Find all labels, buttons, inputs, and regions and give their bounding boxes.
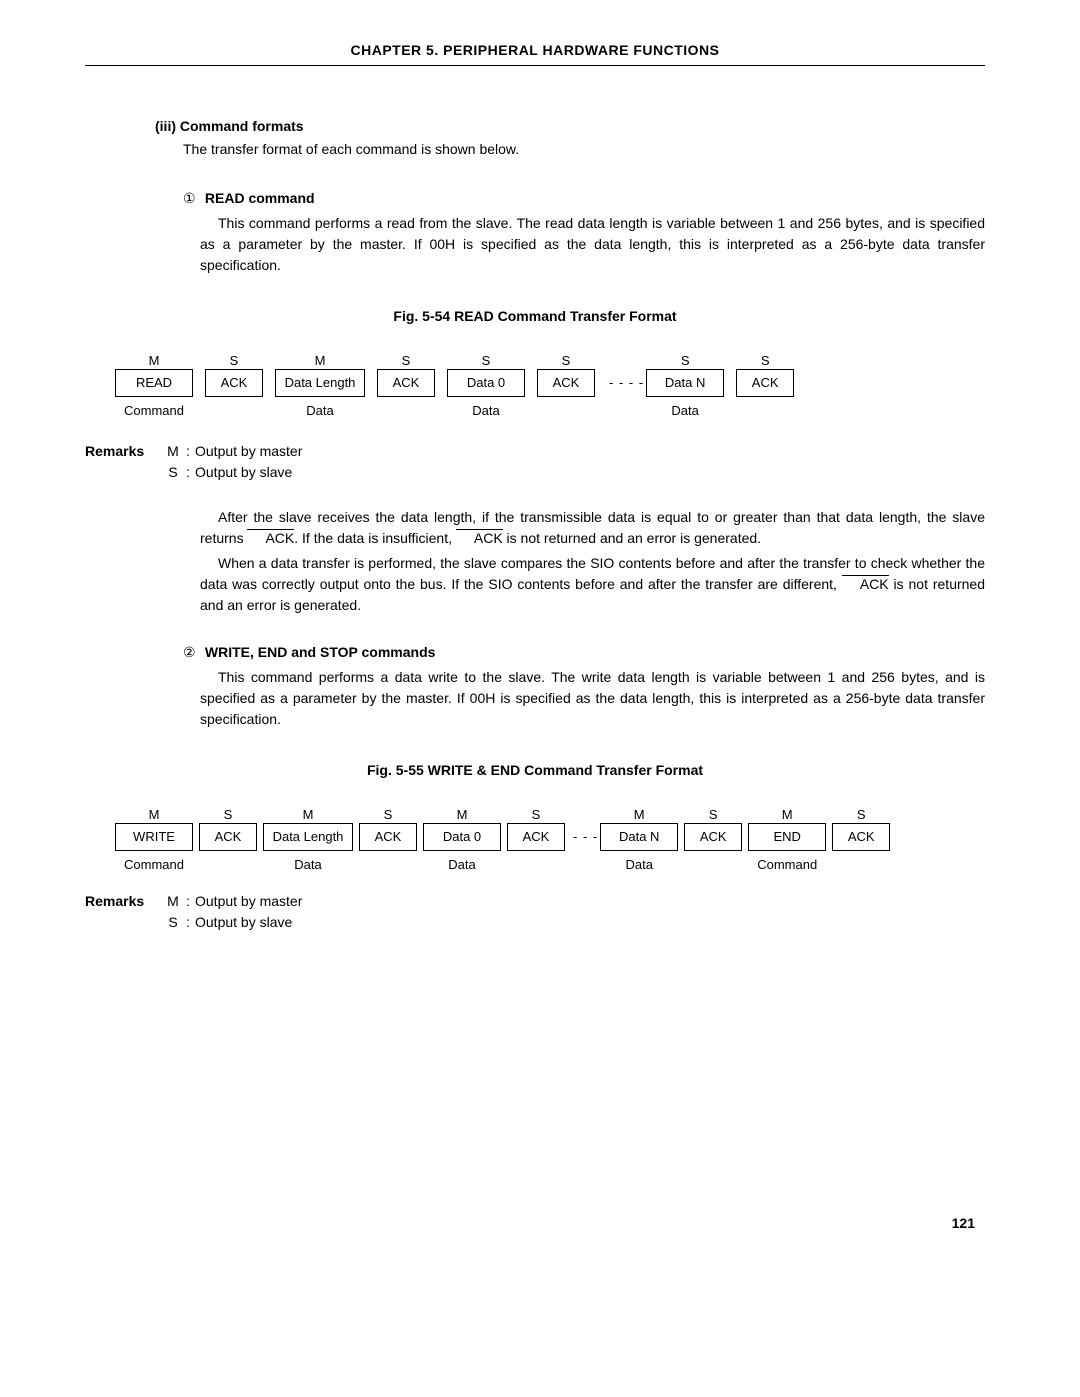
diagram-top-label: S [709,805,718,823]
diagram-box: Data Length [263,823,353,851]
read-heading: ① READ command [183,188,985,209]
ellipsis: - - - - [607,369,646,397]
diagram-bottom-label: Data [671,397,698,419]
write-para: This command performs a data write to th… [200,667,985,730]
diagram-bottom-label: Command [124,397,184,419]
read-title: READ command [205,190,315,206]
diagram-box: ACK [684,823,742,851]
diagram-box: Data Length [275,369,365,397]
diagram-col: SACK [377,351,435,419]
diagram-col: SData NData [646,351,724,419]
diagram-bottom-label: Data [448,851,475,873]
diagram-box: Data 0 [447,369,525,397]
diagram-bottom-label: Data [472,397,499,419]
diagram-top-label: M [149,351,160,369]
diagram-top-label: M [315,351,326,369]
remarks-label: Remarks [85,891,165,912]
diagram-box: Data N [600,823,678,851]
diagram-box: ACK [359,823,417,851]
ack-overline: ACK [456,528,503,549]
chapter-header: CHAPTER 5. PERIPHERAL HARDWARE FUNCTIONS [85,40,985,66]
diagram-box: ACK [537,369,595,397]
after-read-p2: When a data transfer is performed, the s… [200,553,985,616]
diagram-top-label: M [149,805,160,823]
remarks-m-colon: : [181,441,195,462]
diagram-col: MData 0Data [423,805,501,873]
diagram-col: SACK [507,805,565,873]
section-label: (iii) Command formats [155,116,985,137]
diagram-col: SACK [832,805,890,873]
diagram-top-label: S [532,805,541,823]
fig54-caption: Fig. 5-54 READ Command Transfer Format [85,306,985,327]
diagram-col: MData LengthData [263,805,353,873]
diagram-box: ACK [832,823,890,851]
fig54-diagram: MREADCommandSACKMData LengthDataSACKSDat… [115,351,985,419]
diagram-box: WRITE [115,823,193,851]
diagram-top-label: M [457,805,468,823]
diagram-col: MWRITECommand [115,805,193,873]
diagram-col: MData NData [600,805,678,873]
ack-overline: ACK [842,574,889,595]
diagram-box: ACK [736,369,794,397]
after-read-p1: After the slave receives the data length… [200,507,985,549]
diagram-col: MREADCommand [115,351,193,419]
diagram-box: ACK [205,369,263,397]
remarks-2: Remarks M : Output by master S : Output … [85,891,985,933]
ack-overline: ACK [247,528,294,549]
diagram-bottom-label: Data [294,851,321,873]
diagram-top-label: S [384,805,393,823]
remarks-m-text: Output by master [195,441,302,462]
diagram-top-label: S [761,351,770,369]
diagram-bottom-label: Data [625,851,652,873]
diagram-top-label: S [681,351,690,369]
diagram-box: ACK [199,823,257,851]
diagram-box: END [748,823,826,851]
diagram-bottom-label: Command [757,851,817,873]
diagram-box: ACK [507,823,565,851]
diagram-box: Data 0 [423,823,501,851]
fig55-diagram: MWRITECommandSACKMData LengthDataSACKMDa… [115,805,985,873]
diagram-top-label: S [230,351,239,369]
diagram-col: SACK [736,351,794,419]
read-para: This command performs a read from the sl… [200,213,985,276]
diagram-bottom-label: Command [124,851,184,873]
remarks-s-colon: : [181,462,195,483]
diagram-bottom-label: Data [306,397,333,419]
page-number: 121 [85,1213,985,1234]
diagram-col: SACK [359,805,417,873]
diagram-box: ACK [377,369,435,397]
ellipsis: - - - [571,823,600,851]
diagram-col: SACK [537,351,595,419]
read-num: ① [183,188,201,209]
diagram-col: SData 0Data [447,351,525,419]
diagram-top-label: S [482,351,491,369]
write-num: ② [183,642,201,663]
diagram-top-label: S [562,351,571,369]
remarks-s-key: S [165,462,181,483]
diagram-top-label: S [224,805,233,823]
remarks-1: Remarks M : Output by master S : Output … [85,441,985,483]
diagram-top-label: M [634,805,645,823]
remarks-s-text: Output by slave [195,462,292,483]
diagram-top-label: S [857,805,866,823]
diagram-top-label: S [402,351,411,369]
diagram-col: SACK [199,805,257,873]
remarks-label: Remarks [85,441,165,462]
diagram-top-label: M [782,805,793,823]
write-title: WRITE, END and STOP commands [205,644,436,660]
diagram-col: SACK [205,351,263,419]
write-heading: ② WRITE, END and STOP commands [183,642,985,663]
diagram-box: Data N [646,369,724,397]
remarks-m-key: M [165,441,181,462]
diagram-col: SACK [684,805,742,873]
fig55-caption: Fig. 5-55 WRITE & END Command Transfer F… [85,760,985,781]
section-intro: The transfer format of each command is s… [183,139,985,160]
diagram-col: MENDCommand [748,805,826,873]
diagram-top-label: M [303,805,314,823]
diagram-box: READ [115,369,193,397]
diagram-col: MData LengthData [275,351,365,419]
